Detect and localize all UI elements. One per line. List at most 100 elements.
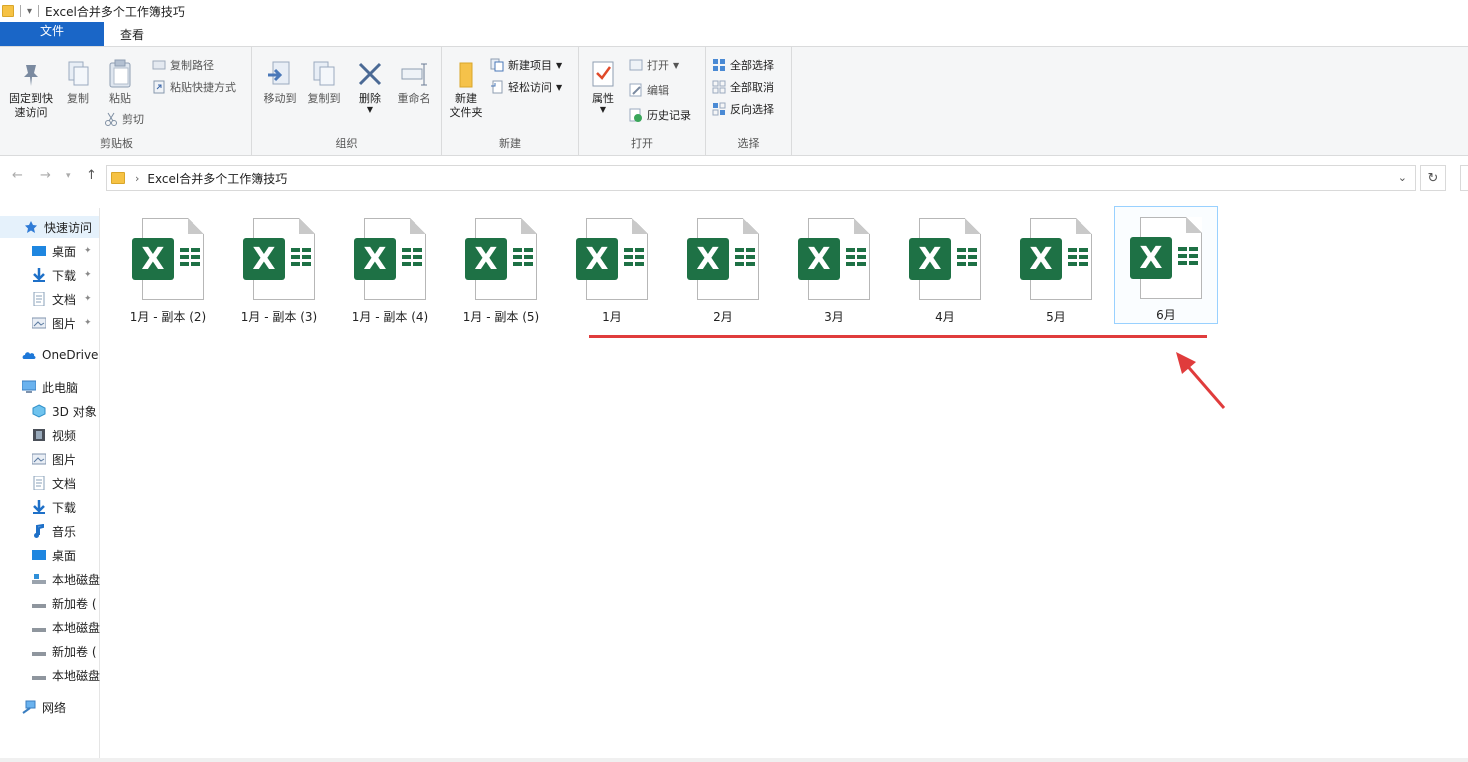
sidebar-item-label: 下载	[52, 500, 77, 515]
rename-icon	[399, 59, 429, 89]
select-all-button[interactable]: 全部选择	[712, 57, 774, 73]
new-item-button[interactable]: 新建项目 ▼	[490, 57, 562, 73]
select-none-button[interactable]: 全部取消	[712, 79, 774, 95]
copy-path-button[interactable]: 复制路径	[152, 57, 214, 73]
properties-check-icon	[588, 59, 618, 89]
open-button[interactable]: 打开 ▼	[629, 57, 679, 73]
search-box[interactable]	[1460, 165, 1468, 191]
edit-icon	[629, 83, 643, 97]
history-button[interactable]: 历史记录	[629, 107, 691, 123]
copy-to-button[interactable]: 复制到	[302, 59, 346, 106]
delete-button[interactable]: 删除 ▼	[350, 59, 390, 114]
sidebar-item-label: 新加卷 (	[52, 596, 97, 611]
pinned-icon: ✦	[84, 246, 92, 256]
file-name: 6月	[1156, 308, 1176, 322]
new-folder-button[interactable]: 新建 文件夹	[446, 59, 486, 120]
paste-shortcut-button[interactable]: 粘贴快捷方式	[152, 79, 236, 95]
folder-icon	[111, 172, 125, 184]
windows-drive-icon	[32, 572, 46, 586]
separator	[38, 5, 40, 17]
paste-shortcut-label: 粘贴快捷方式	[170, 81, 236, 94]
sidebar-item-downloads-pc[interactable]: 下载	[32, 496, 76, 518]
address-dropdown-icon[interactable]: ⌄	[1398, 171, 1407, 184]
open-group: 属性 ▼ 打开 ▼ 编辑 历史记录 打开	[579, 47, 706, 155]
file-item[interactable]: X 1月 - 副本 (3)	[227, 208, 331, 326]
properties-button[interactable]: 属性 ▼	[585, 59, 621, 114]
sidebar-item-local-disk-3[interactable]: 本地磁盘	[32, 664, 100, 686]
paste-button[interactable]: 粘贴	[100, 59, 140, 106]
file-item[interactable]: X 2月	[671, 208, 775, 326]
new-group: 新建 文件夹 新建项目 ▼ 轻松访问 ▼ 新建	[442, 47, 579, 155]
rename-button[interactable]: 重命名	[392, 59, 436, 106]
file-name: 1月 - 副本 (4)	[351, 310, 429, 324]
open-label: 打开	[647, 59, 669, 72]
sidebar-item-local-disk-2[interactable]: 本地磁盘	[32, 616, 100, 638]
sidebar-item-videos[interactable]: 视频	[32, 424, 76, 446]
sidebar-item-quick-access[interactable]: 快速访问	[0, 216, 99, 238]
sidebar-item-pictures[interactable]: 图片 ✦	[31, 312, 92, 334]
red-underline-annotation	[589, 335, 1207, 338]
pinned-icon: ✦	[84, 270, 92, 280]
delete-dropdown-icon[interactable]: ▼	[367, 106, 373, 114]
tab-view[interactable]: 查看	[106, 22, 158, 46]
move-to-button[interactable]: 移动到	[258, 59, 302, 106]
excel-file-icon: X	[794, 214, 874, 304]
pin-to-quick-access-button[interactable]: 固定到快 速访问	[6, 59, 56, 120]
sidebar-item-desktop-pc[interactable]: 桌面	[32, 544, 76, 566]
scissors-icon	[104, 112, 118, 126]
sidebar-item-label: 快速访问	[44, 220, 93, 235]
history-icon	[629, 108, 643, 122]
film-icon	[32, 428, 46, 442]
sidebar-item-this-pc[interactable]: 此电脑	[21, 376, 78, 398]
back-arrow-icon[interactable]: ←	[12, 168, 23, 183]
pin-label: 固定到快 速访问	[9, 92, 53, 119]
sidebar-item-local-disk-c[interactable]: 本地磁盘	[32, 568, 100, 590]
invert-selection-button[interactable]: 反向选择	[712, 101, 774, 117]
sidebar-item-label: 视频	[52, 428, 77, 443]
breadcrumb-current-folder[interactable]: Excel合并多个工作簿技巧	[147, 170, 287, 187]
sidebar-item-music[interactable]: 音乐	[32, 520, 76, 542]
file-item[interactable]: X 1月	[560, 208, 664, 326]
breadcrumb-chevron-icon[interactable]: ›	[135, 172, 139, 185]
file-name: 3月	[824, 310, 844, 324]
select-none-label: 全部取消	[730, 81, 774, 94]
file-item-selected[interactable]: X 6月	[1114, 206, 1218, 324]
refresh-button[interactable]: ↻	[1420, 165, 1446, 191]
excel-file-icon: X	[683, 214, 763, 304]
sidebar-item-documents-pc[interactable]: 文档	[32, 472, 76, 494]
file-item[interactable]: X 1月 - 副本 (4)	[338, 208, 442, 326]
file-item[interactable]: X 3月	[782, 208, 886, 326]
excel-file-icon: X	[461, 214, 541, 304]
file-item[interactable]: X 5月	[1004, 208, 1108, 326]
file-item[interactable]: X 4月	[893, 208, 997, 326]
file-item[interactable]: X 1月 - 副本 (2)	[116, 208, 220, 326]
paste-label: 粘贴	[109, 92, 131, 105]
invert-selection-label: 反向选择	[730, 103, 774, 116]
sidebar-item-pictures-pc[interactable]: 图片	[31, 448, 76, 470]
cut-button[interactable]: 剪切	[104, 111, 144, 127]
up-arrow-icon[interactable]: ↑	[86, 168, 97, 183]
easy-access-icon	[490, 80, 504, 94]
recent-locations-icon[interactable]: ▾	[66, 171, 71, 181]
sidebar-item-network[interactable]: 网络	[22, 696, 66, 718]
properties-dropdown-icon[interactable]: ▼	[600, 106, 606, 114]
sidebar-item-downloads[interactable]: 下载 ✦	[32, 264, 92, 286]
sidebar-item-onedrive[interactable]: OneDrive	[22, 344, 98, 366]
sidebar-item-new-volume-2[interactable]: 新加卷 (	[32, 640, 97, 662]
customize-quick-access-icon[interactable]: ▾	[27, 6, 32, 17]
address-bar[interactable]: › Excel合并多个工作簿技巧 ⌄	[106, 165, 1416, 191]
forward-arrow-icon[interactable]: →	[40, 168, 51, 183]
sidebar-item-desktop[interactable]: 桌面 ✦	[32, 240, 92, 262]
document-icon	[32, 475, 46, 491]
easy-access-button[interactable]: 轻松访问 ▼	[490, 79, 562, 95]
organize-group: 移动到 复制到 删除 ▼ 重命名 组织	[252, 47, 442, 155]
sidebar-item-new-volume-1[interactable]: 新加卷 (	[32, 592, 97, 614]
copy-button[interactable]: 复制	[60, 59, 96, 106]
sidebar-item-documents[interactable]: 文档 ✦	[32, 288, 92, 310]
ribbon-tabs: 文件 主页 共享 查看	[0, 22, 1468, 140]
open-group-label: 打开	[631, 137, 653, 150]
sidebar-item-3d-objects[interactable]: 3D 对象	[32, 400, 97, 422]
computer-icon	[21, 380, 37, 394]
edit-button[interactable]: 编辑	[629, 82, 669, 98]
file-item[interactable]: X 1月 - 副本 (5)	[449, 208, 553, 326]
